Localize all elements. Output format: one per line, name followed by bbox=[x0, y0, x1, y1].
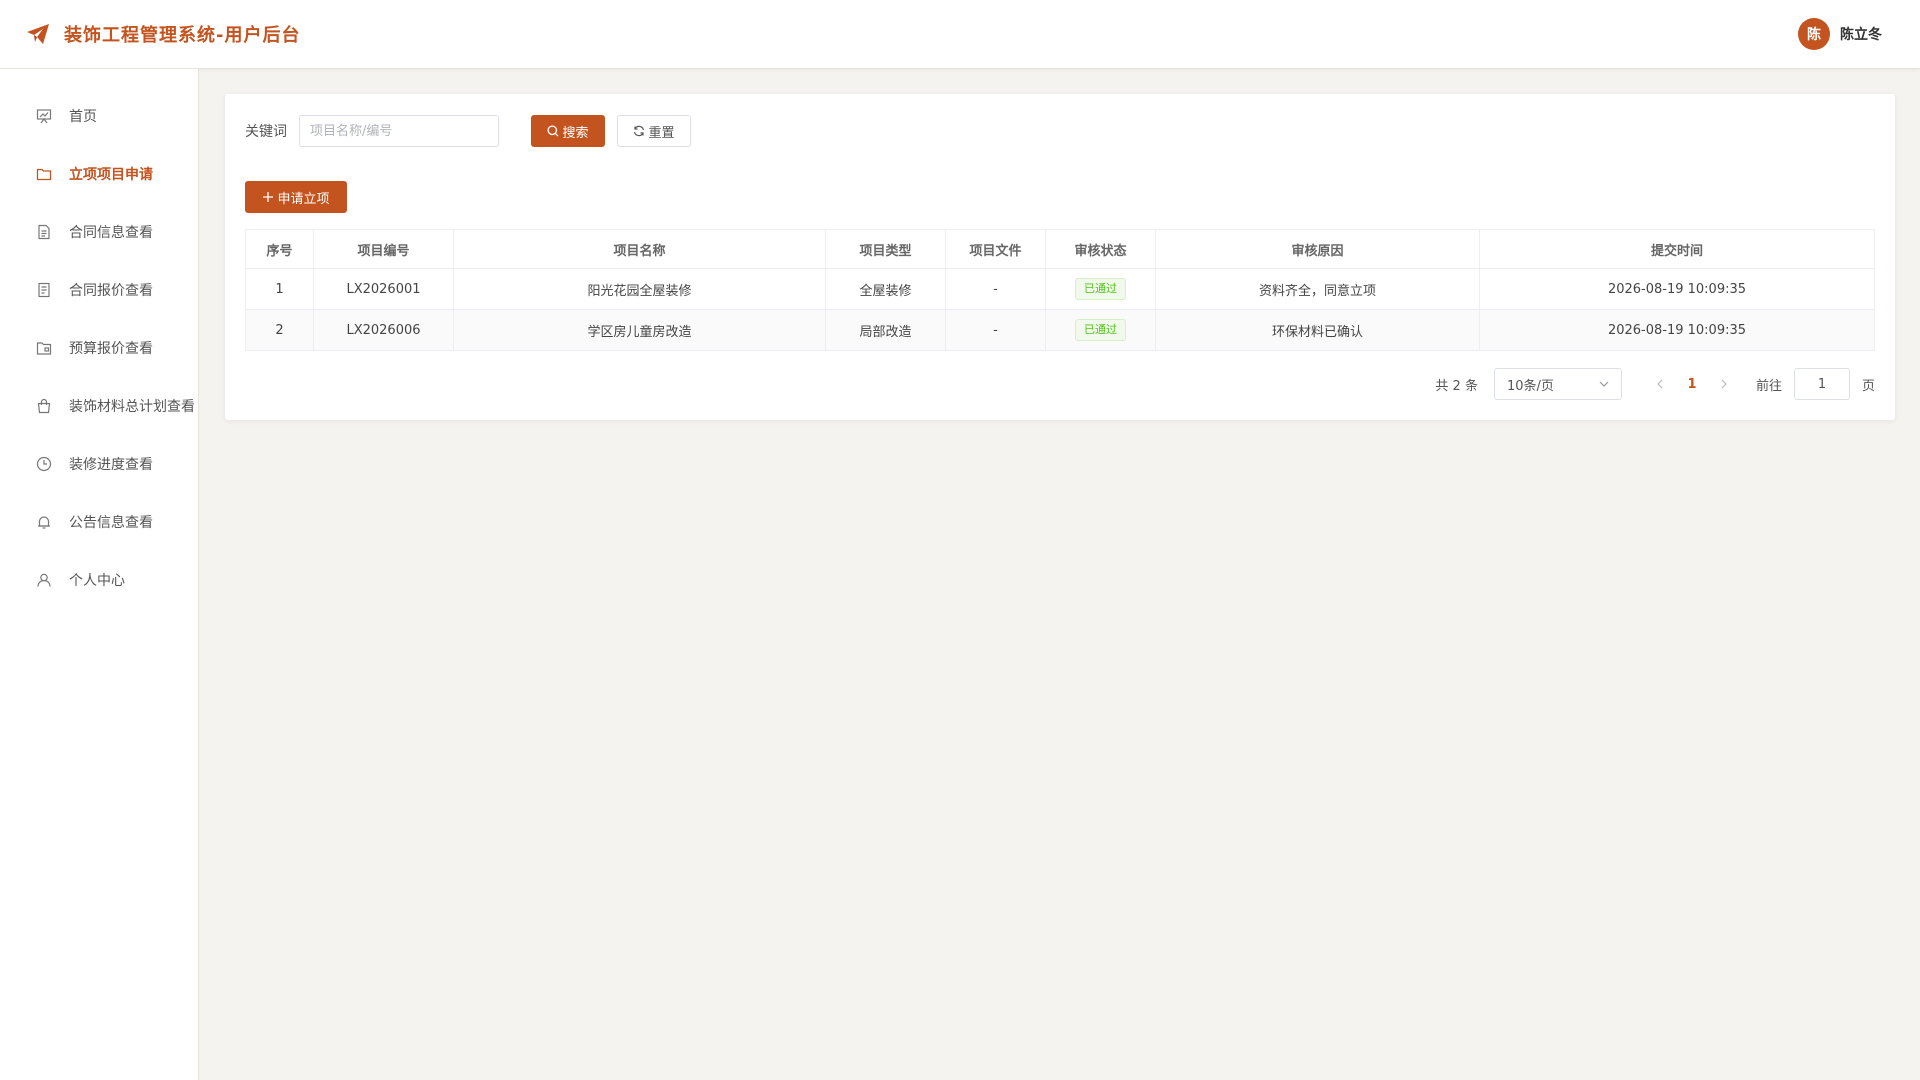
sidebar-item-home[interactable]: 首页 bbox=[0, 93, 199, 139]
page-number-current[interactable]: 1 bbox=[1674, 370, 1710, 398]
cell-time: 2026-08-19 10:09:35 bbox=[1479, 309, 1875, 351]
paper-plane-icon bbox=[26, 22, 50, 46]
folder-icon bbox=[35, 165, 53, 183]
apply-project-button[interactable]: 申请立项 bbox=[245, 181, 347, 213]
sidebar-item-project-application[interactable]: 立项项目申请 bbox=[0, 151, 199, 197]
col-header-status: 审核状态 bbox=[1045, 229, 1156, 269]
sidebar-item-contract-info[interactable]: 合同信息查看 bbox=[0, 209, 199, 255]
table-row[interactable]: 1 LX2026001 阳光花园全屋装修 全屋装修 - 已通过 资料齐全，同意立… bbox=[245, 268, 1875, 310]
document-icon bbox=[35, 223, 53, 241]
col-header-file: 项目文件 bbox=[945, 229, 1046, 269]
bell-icon bbox=[35, 513, 53, 531]
status-badge: 已通过 bbox=[1075, 278, 1126, 300]
cell-index: 2 bbox=[245, 309, 314, 351]
sidebar-item-announcements[interactable]: 公告信息查看 bbox=[0, 499, 199, 545]
page-size-value: 10条/页 bbox=[1506, 378, 1554, 394]
table-header-row: 序号 项目编号 项目名称 项目类型 项目文件 审核状态 审核原因 提交时间 bbox=[245, 229, 1875, 269]
cell-reason: 环保材料已确认 bbox=[1155, 309, 1480, 351]
clock-icon bbox=[35, 455, 53, 473]
next-page-button[interactable] bbox=[1710, 370, 1738, 398]
sidebar-item-label: 立项项目申请 bbox=[69, 167, 153, 183]
sidebar-item-label: 预算报价查看 bbox=[69, 341, 153, 357]
user-menu[interactable]: 陈 陈立冬 bbox=[1798, 18, 1882, 50]
cell-status: 已通过 bbox=[1045, 268, 1156, 310]
sidebar-item-label: 首页 bbox=[69, 109, 97, 125]
page-suffix: 页 bbox=[1861, 378, 1875, 394]
search-input[interactable] bbox=[299, 115, 499, 147]
cell-reason: 资料齐全，同意立项 bbox=[1155, 268, 1480, 310]
cell-code: LX2026006 bbox=[313, 309, 454, 351]
avatar[interactable]: 陈 bbox=[1798, 18, 1830, 50]
page-size-select[interactable]: 10条/页 bbox=[1493, 368, 1622, 400]
cell-time: 2026-08-19 10:09:35 bbox=[1479, 268, 1875, 310]
cell-type: 局部改造 bbox=[825, 309, 946, 351]
table-row[interactable]: 2 LX2026006 学区房儿童房改造 局部改造 - 已通过 环保材料已确认 … bbox=[245, 309, 1875, 351]
col-header-reason: 审核原因 bbox=[1155, 229, 1480, 269]
sidebar-item-label: 装修进度查看 bbox=[69, 457, 153, 473]
app-logo[interactable]: 装饰工程管理系统-用户后台 bbox=[26, 21, 300, 47]
goto-label: 前往 bbox=[1755, 378, 1782, 394]
cell-code: LX2026001 bbox=[313, 268, 454, 310]
sidebar-item-progress[interactable]: 装修进度查看 bbox=[0, 441, 199, 487]
search-button-label: 搜索 bbox=[562, 125, 589, 141]
sidebar: 首页 立项项目申请 合同信息查看 合同报价查看 预算报价查看 装饰材料总计划查看 bbox=[0, 69, 199, 1080]
cell-file: - bbox=[945, 309, 1046, 351]
document-list-icon bbox=[35, 281, 53, 299]
col-header-name: 项目名称 bbox=[453, 229, 826, 269]
cell-file: - bbox=[945, 268, 1046, 310]
refresh-icon bbox=[634, 125, 645, 137]
top-header: 装饰工程管理系统-用户后台 陈 陈立冬 bbox=[0, 0, 1920, 69]
user-icon bbox=[35, 571, 53, 589]
main-card: 关键词 搜索 重置 申请立项 序号 项目编号 项目名称 项目类型 项目文件 审核… bbox=[225, 94, 1895, 420]
reset-button-label: 重置 bbox=[648, 125, 675, 141]
pagination: 共 2 条 10条/页 1 前往 页 bbox=[1435, 368, 1875, 400]
sidebar-item-label: 合同报价查看 bbox=[69, 283, 153, 299]
folder-box-icon bbox=[35, 339, 53, 357]
chevron-right-icon bbox=[1721, 379, 1727, 389]
sidebar-item-label: 个人中心 bbox=[69, 573, 125, 589]
project-table: 序号 项目编号 项目名称 项目类型 项目文件 审核状态 审核原因 提交时间 1 … bbox=[245, 229, 1875, 351]
apply-project-label: 申请立项 bbox=[277, 191, 330, 207]
app-title: 装饰工程管理系统-用户后台 bbox=[64, 25, 301, 46]
status-badge: 已通过 bbox=[1075, 319, 1126, 341]
search-bar: 关键词 搜索 重置 bbox=[245, 115, 691, 147]
cell-name: 阳光花园全屋装修 bbox=[453, 268, 826, 310]
keyword-label: 关键词 bbox=[245, 124, 287, 140]
sidebar-item-contract-quote[interactable]: 合同报价查看 bbox=[0, 267, 199, 313]
cell-status: 已通过 bbox=[1045, 309, 1156, 351]
col-header-code: 项目编号 bbox=[313, 229, 454, 269]
col-header-time: 提交时间 bbox=[1479, 229, 1875, 269]
goto-page: 前往 页 bbox=[1756, 368, 1875, 400]
sidebar-item-label: 公告信息查看 bbox=[69, 515, 153, 531]
chevron-down-icon bbox=[1599, 381, 1609, 387]
reset-button[interactable]: 重置 bbox=[617, 115, 691, 147]
plus-icon bbox=[263, 192, 274, 202]
dashboard-icon bbox=[35, 107, 53, 125]
prev-page-button[interactable] bbox=[1646, 370, 1674, 398]
col-header-index: 序号 bbox=[245, 229, 314, 269]
sidebar-item-label: 合同信息查看 bbox=[69, 225, 153, 241]
sidebar-item-label: 装饰材料总计划查看 bbox=[69, 399, 195, 415]
goto-page-input[interactable] bbox=[1793, 368, 1850, 400]
chevron-left-icon bbox=[1657, 379, 1663, 389]
user-name[interactable]: 陈立冬 bbox=[1840, 24, 1882, 44]
cell-type: 全屋装修 bbox=[825, 268, 946, 310]
pagination-total: 共 2 条 bbox=[1435, 378, 1478, 394]
search-icon bbox=[547, 125, 559, 137]
search-button[interactable]: 搜索 bbox=[531, 115, 605, 147]
sidebar-item-profile[interactable]: 个人中心 bbox=[0, 557, 199, 603]
sidebar-item-budget-quote[interactable]: 预算报价查看 bbox=[0, 325, 199, 371]
cell-index: 1 bbox=[245, 268, 314, 310]
col-header-type: 项目类型 bbox=[825, 229, 946, 269]
sidebar-item-material-plan[interactable]: 装饰材料总计划查看 bbox=[0, 383, 199, 429]
shopping-bag-icon bbox=[35, 397, 53, 415]
cell-name: 学区房儿童房改造 bbox=[453, 309, 826, 351]
